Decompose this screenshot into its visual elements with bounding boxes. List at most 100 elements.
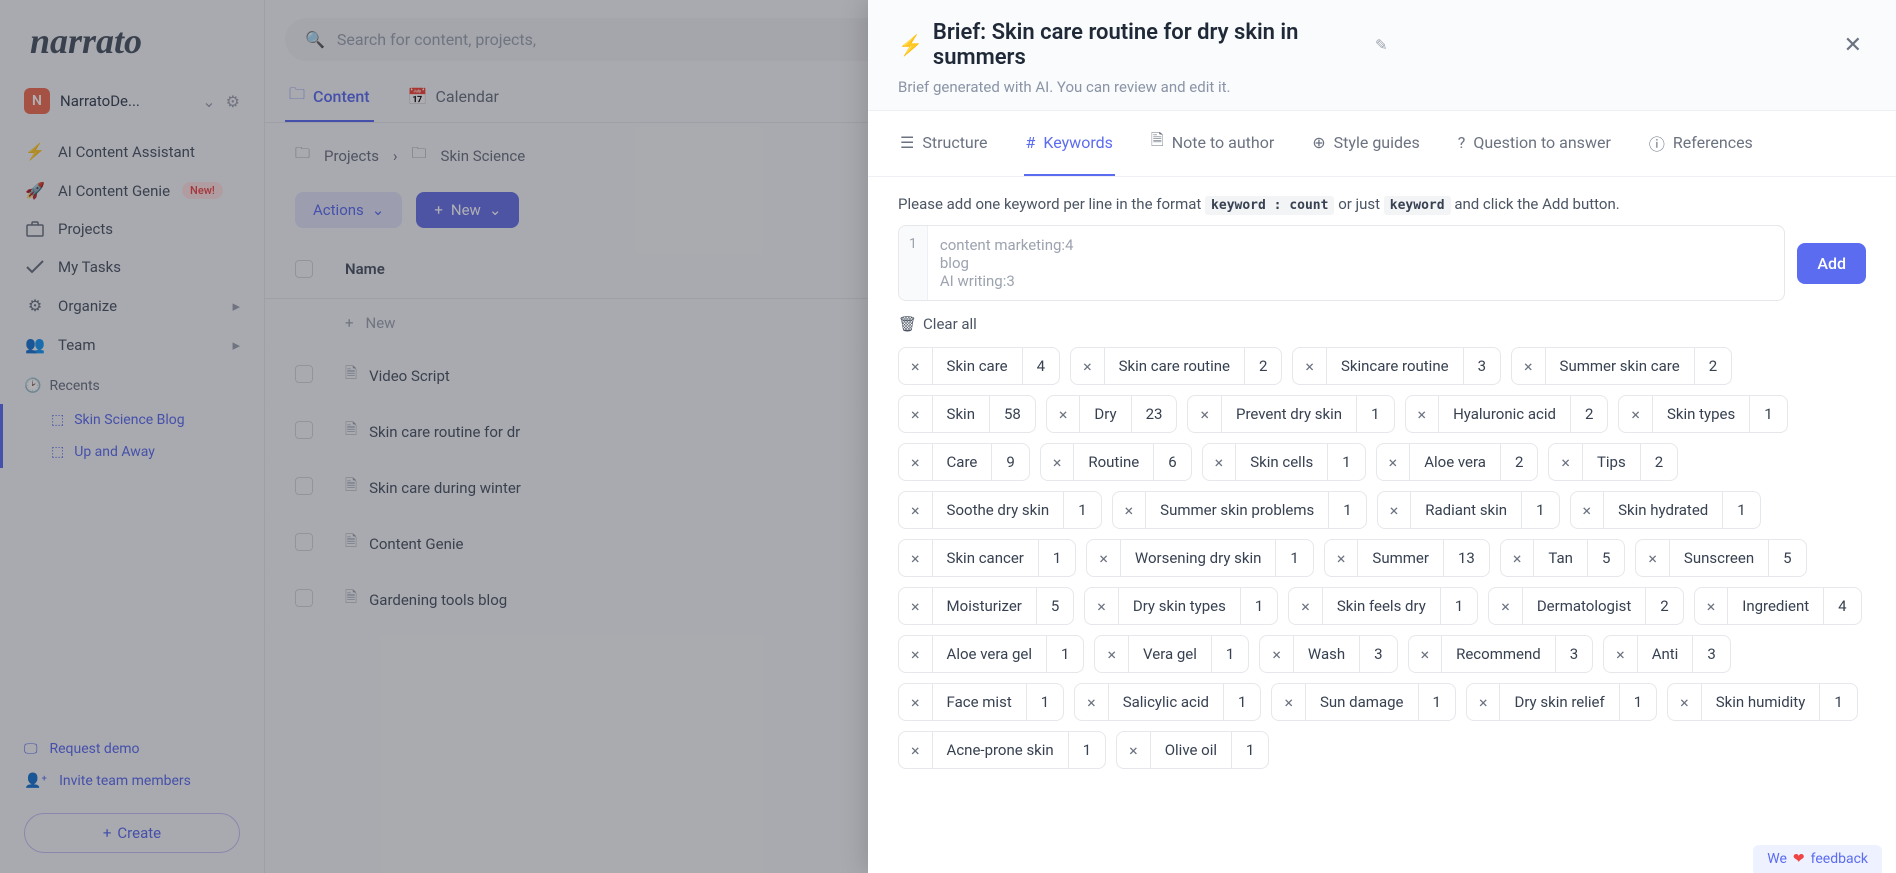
- chip-label: Sunscreen: [1670, 540, 1768, 576]
- chip-remove-icon[interactable]: ×: [1619, 396, 1653, 432]
- chip-remove-icon[interactable]: ×: [899, 588, 933, 624]
- close-icon[interactable]: ✕: [1840, 29, 1866, 62]
- hash-icon: #: [1026, 133, 1036, 152]
- chip-count: 1: [1356, 396, 1393, 432]
- chip-remove-icon[interactable]: ×: [1604, 636, 1638, 672]
- chip-count: 1: [1328, 492, 1365, 528]
- keyword-chip: ×Prevent dry skin1: [1187, 395, 1394, 433]
- keyword-chips: ×Skin care4×Skin care routine2×Skincare …: [898, 347, 1866, 769]
- chip-remove-icon[interactable]: ×: [1409, 636, 1443, 672]
- chip-remove-icon[interactable]: ×: [1377, 444, 1411, 480]
- chip-remove-icon[interactable]: ×: [1293, 348, 1327, 384]
- keyword-chip: ×Anti3: [1603, 635, 1731, 673]
- chip-remove-icon[interactable]: ×: [1041, 444, 1075, 480]
- chip-remove-icon[interactable]: ×: [1467, 684, 1501, 720]
- chip-remove-icon[interactable]: ×: [1260, 636, 1294, 672]
- keyword-chip: ×Sun damage1: [1271, 683, 1455, 721]
- chip-remove-icon[interactable]: ×: [1085, 588, 1119, 624]
- chip-count: 3: [1555, 636, 1592, 672]
- chip-remove-icon[interactable]: ×: [1325, 540, 1359, 576]
- chip-remove-icon[interactable]: ×: [1406, 396, 1440, 432]
- keyword-chip: ×Dry skin types1: [1084, 587, 1278, 625]
- chip-remove-icon[interactable]: ×: [899, 348, 933, 384]
- code-chip: keyword: [1384, 196, 1451, 215]
- keyword-chip: ×Skin humidity1: [1667, 683, 1858, 721]
- chip-label: Moisturizer: [933, 588, 1036, 624]
- list-icon: ☰: [900, 133, 914, 152]
- chip-remove-icon[interactable]: ×: [899, 396, 933, 432]
- chip-remove-icon[interactable]: ×: [1501, 540, 1535, 576]
- chip-count: 1: [1223, 684, 1260, 720]
- chip-remove-icon[interactable]: ×: [1668, 684, 1702, 720]
- chip-remove-icon[interactable]: ×: [1571, 492, 1605, 528]
- chip-label: Wash: [1294, 636, 1359, 672]
- chip-count: 2: [1570, 396, 1607, 432]
- chip-label: Sun damage: [1306, 684, 1418, 720]
- keyword-textarea[interactable]: 1 content marketing:4 blog AI writing:3: [898, 225, 1785, 301]
- keyword-chip: ×Aloe vera gel1: [898, 635, 1084, 673]
- chip-remove-icon[interactable]: ×: [1188, 396, 1222, 432]
- chip-label: Skin hydrated: [1604, 492, 1722, 528]
- textarea-placeholder: content marketing:4 blog AI writing:3: [928, 226, 1086, 300]
- ptab-keywords[interactable]: #Keywords: [1024, 111, 1115, 176]
- keyword-chip: ×Aloe vera2: [1376, 443, 1539, 481]
- chip-label: Radiant skin: [1411, 492, 1521, 528]
- chip-remove-icon[interactable]: ×: [1203, 444, 1237, 480]
- chip-count: 23: [1131, 396, 1177, 432]
- keyword-chip: ×Dry skin relief1: [1466, 683, 1657, 721]
- keyword-chip: ×Olive oil1: [1116, 731, 1269, 769]
- clear-all-button[interactable]: 🗑 Clear all: [898, 315, 1866, 333]
- chip-remove-icon[interactable]: ×: [1117, 732, 1151, 768]
- chip-remove-icon[interactable]: ×: [1289, 588, 1323, 624]
- chip-remove-icon[interactable]: ×: [1378, 492, 1412, 528]
- chip-remove-icon[interactable]: ×: [1636, 540, 1670, 576]
- chip-count: 1: [1211, 636, 1248, 672]
- chip-remove-icon[interactable]: ×: [899, 636, 933, 672]
- chip-remove-icon[interactable]: ×: [1087, 540, 1121, 576]
- chip-remove-icon[interactable]: ×: [1113, 492, 1147, 528]
- chip-remove-icon[interactable]: ×: [1695, 588, 1729, 624]
- panel-body: Please add one keyword per line in the f…: [868, 177, 1896, 873]
- ptab-style[interactable]: ⊕Style guides: [1310, 111, 1422, 176]
- keyword-chip: ×Moisturizer5: [898, 587, 1074, 625]
- ptab-references[interactable]: ⓘReferences: [1647, 111, 1755, 176]
- chip-count: 1: [1749, 396, 1786, 432]
- panel-title: Brief: Skin care routine for dry skin in…: [933, 20, 1365, 70]
- question-icon: ?: [1458, 133, 1466, 152]
- chip-remove-icon[interactable]: ×: [1047, 396, 1081, 432]
- chip-remove-icon[interactable]: ×: [899, 492, 933, 528]
- chip-remove-icon[interactable]: ×: [899, 444, 933, 480]
- keyword-chip: ×Routine6: [1040, 443, 1192, 481]
- ptab-question[interactable]: ?Question to answer: [1456, 111, 1613, 176]
- chip-remove-icon[interactable]: ×: [1549, 444, 1583, 480]
- chip-remove-icon[interactable]: ×: [1071, 348, 1105, 384]
- edit-icon[interactable]: ✎: [1375, 36, 1388, 54]
- chip-count: 1: [1063, 492, 1100, 528]
- chip-count: 1: [1240, 588, 1277, 624]
- chip-remove-icon[interactable]: ×: [1075, 684, 1109, 720]
- chip-remove-icon[interactable]: ×: [899, 684, 933, 720]
- keyword-chip: ×Tan5: [1500, 539, 1626, 577]
- chip-remove-icon[interactable]: ×: [1095, 636, 1129, 672]
- ptab-note[interactable]: 🗎Note to author: [1149, 111, 1276, 176]
- keyword-chip: ×Skin care4: [898, 347, 1060, 385]
- add-button[interactable]: Add: [1797, 243, 1866, 284]
- chip-remove-icon[interactable]: ×: [1512, 348, 1546, 384]
- keyword-chip: ×Skin58: [898, 395, 1036, 433]
- chip-remove-icon[interactable]: ×: [1489, 588, 1523, 624]
- feedback-button[interactable]: We ❤ feedback: [1753, 845, 1882, 873]
- chip-count: 1: [1440, 588, 1477, 624]
- keyword-chip: ×Dermatologist2: [1488, 587, 1683, 625]
- keyword-chip: ×Summer skin care2: [1511, 347, 1732, 385]
- keyword-chip: ×Salicylic acid1: [1074, 683, 1261, 721]
- chip-remove-icon[interactable]: ×: [899, 732, 933, 768]
- keyword-chip: ×Skin types1: [1618, 395, 1787, 433]
- keyword-chip: ×Summer13: [1324, 539, 1490, 577]
- chip-count: 1: [1038, 540, 1075, 576]
- chip-label: Tips: [1583, 444, 1640, 480]
- keyword-chip: ×Skin cells1: [1202, 443, 1366, 481]
- chip-remove-icon[interactable]: ×: [899, 540, 933, 576]
- chip-remove-icon[interactable]: ×: [1272, 684, 1306, 720]
- ptab-structure[interactable]: ☰Structure: [898, 111, 990, 176]
- chip-label: Soothe dry skin: [933, 492, 1064, 528]
